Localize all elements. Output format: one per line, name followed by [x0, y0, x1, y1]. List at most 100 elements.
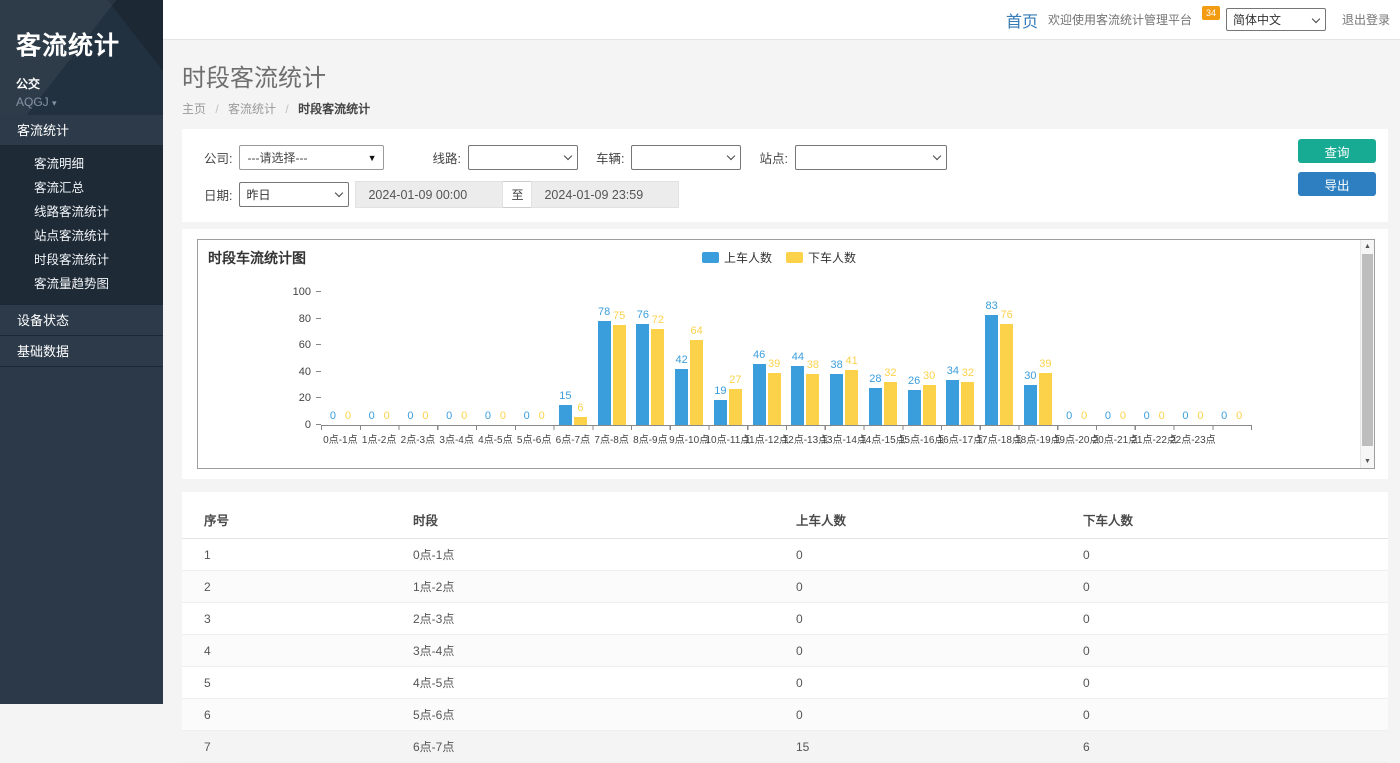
sidebar-item-device-status[interactable]: 设备状态 — [0, 305, 163, 336]
bar — [574, 417, 587, 425]
sidebar-item-passenger-summary[interactable]: 客流汇总 — [0, 176, 163, 200]
chart-panel: 时段车流统计图 上车人数 下车人数 020406080100 000点-1点00… — [182, 229, 1388, 479]
language-select-wrap: 简体中文 — [1226, 8, 1326, 31]
sidebar-item-period-stats[interactable]: 时段客流统计 — [0, 248, 163, 272]
station-label: 站点: — [759, 148, 787, 167]
bar-value-label: 42 — [676, 354, 688, 366]
x-tick-label: 7点-8点 — [594, 431, 628, 446]
y-tick-label: 0 — [305, 419, 311, 431]
sidebar-item-station-stats[interactable]: 站点客流统计 — [0, 224, 163, 248]
table-row: 76点-7点 156 — [182, 731, 1388, 763]
line-select[interactable] — [468, 145, 578, 170]
scroll-down-icon[interactable]: ▼ — [1361, 455, 1374, 468]
scrollbar-thumb[interactable] — [1362, 254, 1373, 446]
bar-group: 463911点-12点 — [747, 293, 786, 425]
bar-group: 003点-4点 — [437, 293, 476, 425]
bar-value-label: 41 — [846, 355, 858, 367]
x-tick-label: 4点-5点 — [478, 431, 512, 446]
bar-group: 00 — [1212, 293, 1251, 425]
home-link[interactable]: 首页 — [1006, 8, 1038, 32]
station-select[interactable] — [795, 145, 947, 170]
legend-boarding[interactable]: 上车人数 — [702, 249, 772, 266]
vehicle-label: 车辆: — [596, 148, 624, 167]
date-to-input[interactable] — [531, 181, 679, 208]
breadcrumb-passenger-stats[interactable]: 客流统计 — [228, 102, 276, 116]
x-tick-label: 6点-7点 — [556, 431, 590, 446]
chart-legend: 上车人数 下车人数 — [198, 249, 1360, 266]
breadcrumb: 主页 / 客流统计 / 时段客流统计 — [182, 100, 1400, 117]
y-tick-label: 40 — [299, 366, 311, 378]
bar — [908, 390, 921, 425]
bar-group: 0019点-20点 — [1057, 293, 1096, 425]
bar-value-label: 0 — [1120, 410, 1126, 422]
bar — [791, 366, 804, 425]
bar — [1024, 385, 1037, 425]
export-button[interactable]: 导出 — [1298, 172, 1376, 196]
bar-group: 004点-5点 — [476, 293, 515, 425]
date-preset-select[interactable]: 昨日 — [239, 182, 349, 207]
bar-value-label: 30 — [1024, 370, 1036, 382]
sidebar-item-line-stats[interactable]: 线路客流统计 — [0, 200, 163, 224]
org-code-dropdown[interactable]: AQGJ ▾ — [16, 95, 163, 109]
bar-value-label: 0 — [1159, 410, 1165, 422]
bar-value-label: 0 — [1197, 410, 1203, 422]
notification-badge: 34 — [1202, 6, 1220, 20]
bar-value-label: 39 — [1039, 358, 1051, 370]
breadcrumb-home[interactable]: 主页 — [182, 102, 206, 116]
bar-value-label: 32 — [962, 367, 974, 379]
company-select[interactable]: ---请选择--- ▼ — [239, 145, 384, 170]
bar — [806, 374, 819, 425]
filter-row-1: 公司: ---请选择--- ▼ 线路: 车辆: 站点: — [204, 144, 1388, 171]
bar — [985, 315, 998, 425]
query-button[interactable]: 查询 — [1298, 139, 1376, 163]
legend-swatch-blue-icon — [702, 252, 719, 263]
language-select[interactable]: 简体中文 — [1226, 8, 1326, 31]
bar-value-label: 0 — [345, 410, 351, 422]
chart-scrollbar[interactable]: ▲ ▼ — [1360, 240, 1374, 468]
bar — [729, 389, 742, 425]
bar-value-label: 28 — [869, 373, 881, 385]
table-row: 32点-3点 00 — [182, 603, 1388, 635]
date-from-input[interactable] — [355, 181, 503, 208]
y-tick-label: 60 — [299, 339, 311, 351]
bar-group: 002点-3点 — [399, 293, 438, 425]
bar-group: 303918点-19点 — [1019, 293, 1058, 425]
bar — [830, 374, 843, 425]
bar-value-label: 64 — [691, 325, 703, 337]
filter-row-2: 日期: 昨日 至 — [204, 181, 1388, 208]
vehicle-select[interactable] — [631, 145, 741, 170]
bar-value-label: 0 — [485, 410, 491, 422]
bar — [946, 380, 959, 425]
x-tick-label: 22点-23点 — [1170, 431, 1216, 446]
filter-panel: 公司: ---请选择--- ▼ 线路: 车辆: 站点: 日期: — [182, 129, 1388, 222]
bar — [1000, 324, 1013, 425]
sidebar-item-passenger-stats[interactable]: 客流统计 — [0, 115, 163, 146]
bar — [714, 400, 727, 425]
bar-value-label: 38 — [831, 359, 843, 371]
legend-swatch-yellow-icon — [786, 252, 803, 263]
action-buttons: 查询 导出 — [1298, 139, 1376, 196]
bar-group: 263015点-16点 — [902, 293, 941, 425]
sidebar-item-trend-chart[interactable]: 客流量趋势图 — [0, 272, 163, 296]
chart-box: 时段车流统计图 上车人数 下车人数 020406080100 000点-1点00… — [197, 239, 1375, 469]
bar-group: 000点-1点 — [321, 293, 360, 425]
scroll-up-icon[interactable]: ▲ — [1361, 240, 1374, 253]
x-tick-label: 0点-1点 — [323, 431, 357, 446]
bar-value-label: 0 — [422, 410, 428, 422]
bar — [636, 324, 649, 425]
bar-value-label: 0 — [1236, 410, 1242, 422]
bar-value-label: 0 — [1105, 410, 1111, 422]
table-header-row: 序号 时段 上车人数 下车人数 — [182, 502, 1388, 539]
col-header-boarding: 上车人数 — [796, 502, 1083, 539]
sidebar-item-base-data[interactable]: 基础数据 — [0, 336, 163, 367]
sidebar-item-passenger-detail[interactable]: 客流明细 — [0, 152, 163, 176]
welcome-text: 欢迎使用客流统计管理平台 — [1048, 11, 1192, 28]
bar-value-label: 76 — [637, 309, 649, 321]
bar — [884, 382, 897, 425]
logout-link[interactable]: 退出登录 — [1342, 11, 1390, 28]
legend-alighting[interactable]: 下车人数 — [786, 249, 856, 266]
bar-group: 443812点-13点 — [786, 293, 825, 425]
x-axis-ticks — [321, 425, 1252, 430]
table-row: 65点-6点 00 — [182, 699, 1388, 731]
bar — [690, 340, 703, 425]
